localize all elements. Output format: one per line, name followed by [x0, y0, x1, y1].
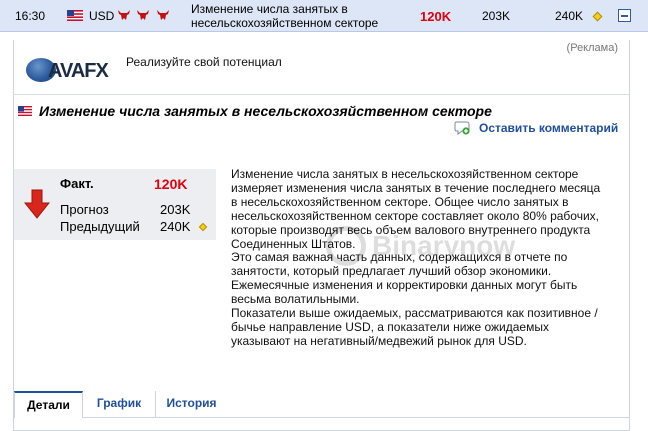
us-flag-icon [67, 10, 83, 21]
page-title: Изменение числа занятых в несельскохозяй… [39, 103, 492, 119]
actual-label: Факт. [60, 176, 94, 191]
us-flag-icon [18, 106, 32, 116]
detail-tabs: Детали График История [14, 391, 629, 431]
actual-value: 120K [154, 176, 188, 192]
tab-chart[interactable]: График [83, 391, 155, 418]
logo-text: AVAFX [48, 60, 109, 82]
watermark: Binarynow [326, 222, 526, 272]
event-currency: USD [89, 9, 115, 23]
event-time: 16:30 [15, 9, 46, 23]
previous-value: 240K [160, 219, 191, 234]
watermark-text: Binarynow [372, 230, 516, 261]
bull-icon [136, 9, 150, 21]
event-actual-value: 120K [420, 9, 452, 24]
tab-history[interactable]: История [155, 391, 227, 418]
comment-link-text[interactable]: Оставить комментарий [479, 121, 618, 135]
description-paragraph: Показатели выше ожидаемых, рассматривают… [231, 306, 598, 348]
bull-icon [117, 9, 131, 21]
arrow-down-icon [24, 189, 50, 219]
forecast-value: 203K [160, 202, 191, 217]
ad-banner[interactable]: AVAFX Реализуйте свой потенциал (Реклама… [14, 40, 629, 95]
watermark-ring-icon [326, 226, 366, 266]
tab-details[interactable]: Детали [14, 391, 83, 418]
event-title[interactable]: Изменение числа занятых в несельскохозяй… [191, 2, 406, 30]
forecast-label: Прогноз [60, 202, 109, 217]
revised-diamond-icon [592, 11, 603, 22]
bull-icon [156, 9, 170, 21]
collapse-button[interactable] [618, 9, 631, 22]
avafx-logo[interactable]: AVAFX [26, 58, 121, 84]
previous-label: Предыдущий [60, 219, 140, 234]
event-previous-value: 240K [555, 9, 584, 23]
importance-indicator [117, 9, 172, 23]
stats-summary: Факт. 120K Прогноз 203K Предыдущий 240K [14, 169, 216, 240]
ad-label: (Реклама) [566, 42, 618, 54]
event-forecast-value: 203K [482, 9, 511, 23]
event-detail-panel: AVAFX Реализуйте свой потенциал (Реклама… [13, 40, 630, 431]
description-paragraph: Ежемесячные изменения и корректировки да… [231, 278, 578, 307]
event-row[interactable]: 16:30 USD Изменение числа занятых в несе… [0, 0, 648, 32]
comment-icon [454, 121, 470, 135]
revised-diamond-icon [198, 222, 208, 232]
ad-text[interactable]: Реализуйте свой потенциал [126, 55, 282, 69]
